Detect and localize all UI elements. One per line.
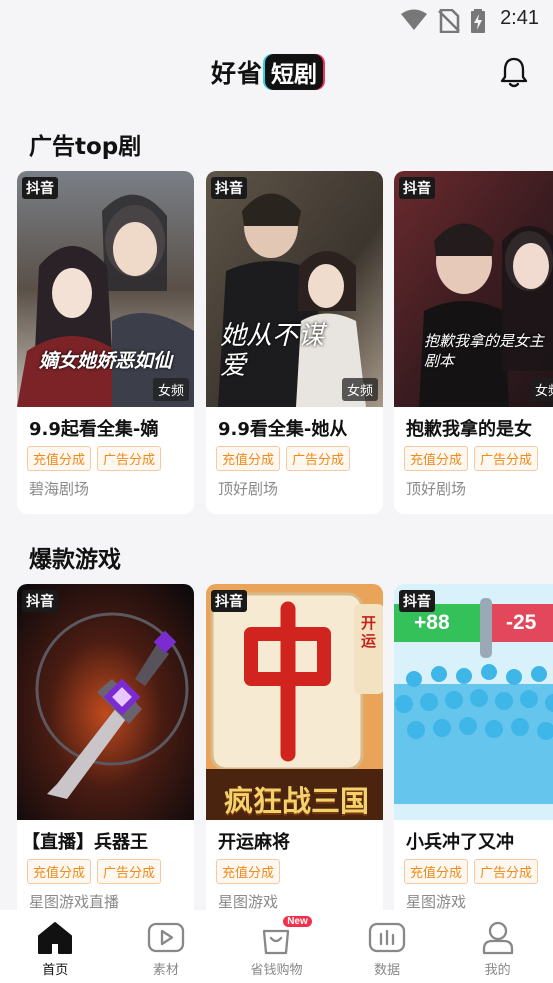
game-title: 小兵冲了又冲: [406, 832, 514, 853]
game-card[interactable]: 抖音 开运 疯狂战三国 开运麻将 充值分成 星图游戏: [206, 584, 383, 927]
section-title-hot-games: 爆款游戏: [29, 547, 121, 573]
genre-badge: 女频: [529, 378, 553, 401]
section-title-ad-top-dramas: 广告top剧: [29, 134, 142, 160]
bottom-navigation: 首页 素材 New 省钱购物 数据 我的: [0, 910, 553, 983]
new-badge: New: [283, 916, 312, 927]
app-header: 好省 短剧: [0, 48, 553, 100]
poster-caption: 嫡女她娇恶如仙: [39, 350, 173, 372]
chart-icon: [368, 922, 406, 953]
tag-recharge-share: 充值分成: [27, 859, 92, 884]
nav-label: 省钱购物: [250, 963, 303, 978]
nav-item-shopping[interactable]: New 省钱购物: [221, 910, 332, 983]
game-title: 【直播】兵器王: [22, 832, 148, 853]
tag-recharge-share: 充值分成: [404, 446, 469, 471]
genre-badge: 女频: [152, 378, 189, 401]
logo-highlight-text: 短剧: [265, 54, 324, 90]
nav-item-profile[interactable]: 我的: [442, 910, 553, 983]
platform-badge: 抖音: [399, 177, 435, 199]
no-sim-icon: [438, 9, 460, 33]
tag-recharge-share: 充值分成: [404, 859, 469, 884]
game-source: 星图游戏: [218, 893, 279, 911]
tag-recharge-share: 充值分成: [27, 446, 92, 471]
nav-item-home[interactable]: 首页: [0, 910, 111, 983]
tag-list: 充值分成: [216, 859, 281, 884]
user-icon: [482, 921, 513, 955]
nav-item-materials[interactable]: 素材: [111, 910, 222, 983]
genre-badge: 女频: [341, 378, 378, 401]
game-title: 开运麻将: [218, 832, 290, 853]
bell-icon[interactable]: [499, 56, 529, 88]
battery-charging-icon: [471, 9, 485, 33]
drama-title: 抱歉我拿的是女: [406, 419, 532, 440]
platform-badge: 抖音: [211, 590, 247, 612]
tag-recharge-share: 充值分成: [216, 859, 281, 884]
app-logo: 好省 短剧: [211, 54, 324, 90]
drama-title: 9.9起看全集-嫡: [29, 419, 159, 440]
drama-card[interactable]: 抖音 抱歉我拿的是女主剧本 女频 抱歉我拿的是女 充值分成 广告分成 顶好剧场: [394, 171, 553, 514]
tag-ad-share: 广告分成: [97, 859, 162, 884]
nav-label: 首页: [42, 963, 69, 978]
poster-minus-value: -25: [506, 611, 537, 634]
home-icon: [38, 922, 73, 954]
nav-label: 我的: [484, 963, 511, 978]
tag-list: 充值分成 广告分成: [404, 446, 539, 471]
drama-source: 碧海剧场: [29, 480, 90, 498]
game-poster[interactable]: 抖音: [17, 584, 194, 820]
game-source: 星图游戏: [406, 893, 467, 911]
logo-text: 好省: [211, 59, 264, 88]
drama-poster[interactable]: 抖音 抱歉我拿的是女主剧本 女频: [394, 171, 553, 407]
game-source: 星图游戏直播: [29, 893, 120, 911]
tag-ad-share: 广告分成: [474, 446, 539, 471]
nav-label: 数据: [374, 963, 401, 978]
platform-badge: 抖音: [399, 590, 435, 612]
poster-plus-value: +88: [414, 611, 450, 634]
game-card[interactable]: 抖音 【直播】兵器王 充值分成 广告分成 星图游戏直播: [17, 584, 194, 927]
poster-side-text: 开运: [361, 614, 377, 650]
game-poster[interactable]: 抖音 +88 -25: [394, 584, 553, 820]
tag-list: 充值分成 广告分成: [27, 859, 162, 884]
drama-card[interactable]: 抖音 她从不谋爱 女频 9.9看全集-她从 充值分成 广告分成 顶好剧场: [206, 171, 383, 514]
nav-item-data[interactable]: 数据: [332, 910, 443, 983]
tag-list: 充值分成 广告分成: [404, 859, 539, 884]
tag-ad-share: 广告分成: [286, 446, 351, 471]
drama-source: 顶好剧场: [406, 480, 467, 498]
drama-source: 顶好剧场: [218, 480, 279, 498]
drama-poster[interactable]: 抖音 嫡女她娇恶如仙 女频: [17, 171, 194, 407]
tag-ad-share: 广告分成: [474, 859, 539, 884]
play-icon: [147, 922, 185, 953]
poster-caption: 疯狂战三国: [223, 784, 369, 818]
tag-ad-share: 广告分成: [97, 446, 162, 471]
tag-recharge-share: 充值分成: [216, 446, 281, 471]
platform-badge: 抖音: [211, 177, 247, 199]
game-card-row[interactable]: 抖音 【直播】兵器王 充值分成 广告分成 星图游戏直播 抖音 开运 疯狂战三国 …: [17, 584, 553, 929]
clock: 2:41: [500, 7, 539, 29]
wifi-icon: [401, 9, 427, 30]
drama-card[interactable]: 抖音 嫡女她娇恶如仙 女频 9.9起看全集-嫡 充值分成 广告分成 碧海剧场: [17, 171, 194, 514]
status-bar: 2:41: [0, 0, 553, 40]
poster-caption: 她从不谋爱: [220, 321, 325, 381]
tag-list: 充值分成 广告分成: [216, 446, 351, 471]
nav-label: 素材: [152, 963, 179, 978]
platform-badge: 抖音: [22, 590, 58, 612]
poster-caption: 抱歉我拿的是女主剧本: [424, 332, 545, 370]
platform-badge: 抖音: [22, 177, 58, 199]
game-card[interactable]: 抖音 +88 -25 小兵冲了又冲 充值分成 广告分成 星图游戏: [394, 584, 553, 927]
game-poster[interactable]: 抖音 开运 疯狂战三国: [206, 584, 383, 820]
drama-card-row[interactable]: 抖音 嫡女她娇恶如仙 女频 9.9起看全集-嫡 充值分成 广告分成 碧海剧场 抖…: [17, 171, 553, 516]
tag-list: 充值分成 广告分成: [27, 446, 162, 471]
drama-poster[interactable]: 抖音 她从不谋爱 女频: [206, 171, 383, 407]
drama-title: 9.9看全集-她从: [218, 419, 348, 440]
